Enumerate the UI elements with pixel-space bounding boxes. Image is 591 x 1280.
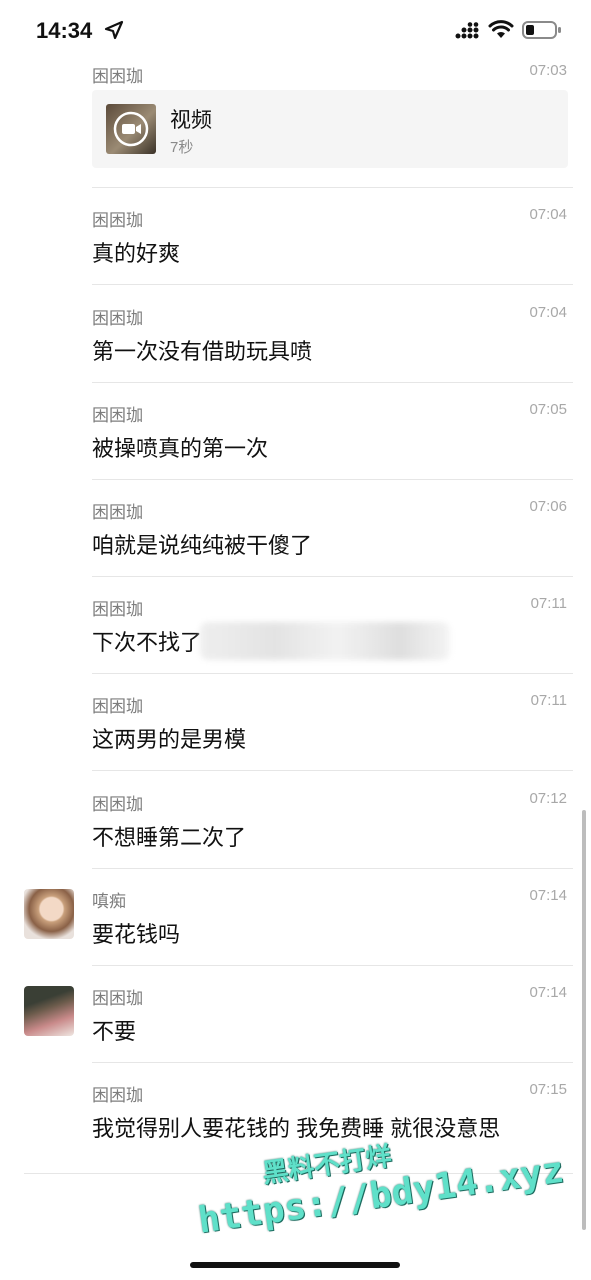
message-time: 07:14	[529, 984, 567, 1001]
message-text: 这两男的是男模	[92, 727, 247, 752]
sender-name: 困困珈	[92, 600, 143, 619]
chat-message[interactable]: 困困珈 07:05 被操喷真的第一次	[0, 383, 591, 480]
scrollbar[interactable]	[582, 810, 586, 1230]
message-time: 07:12	[529, 790, 567, 807]
chat-message[interactable]: 困困珈 07:12 不想睡第二次了	[0, 772, 591, 869]
sender-name: 困困珈	[92, 697, 143, 716]
message-time: 07:03	[529, 62, 567, 79]
divider	[92, 770, 573, 771]
message-text: 真的好爽	[92, 241, 181, 266]
avatar[interactable]	[24, 986, 74, 1036]
message-time: 07:14	[529, 887, 567, 904]
chat-message[interactable]: 困困珈 07:03 视频 7秒	[0, 42, 591, 188]
message-time: 07:11	[530, 595, 567, 612]
sender-name: 困困珈	[92, 309, 143, 328]
video-camera-icon	[113, 111, 149, 147]
status-time: 14:34	[36, 18, 93, 43]
message-time: 07:15	[529, 1081, 567, 1098]
divider	[92, 284, 573, 285]
sender-name: 困困珈	[92, 989, 143, 1008]
sender-name: 困困珈	[92, 211, 143, 230]
message-text: 咱就是说纯纯被干傻了	[92, 533, 313, 558]
message-time: 07:11	[530, 692, 567, 709]
chat-message[interactable]: 困困珈 07:14 不要	[0, 966, 591, 1063]
avatar[interactable]	[24, 889, 74, 939]
message-time: 07:04	[529, 206, 567, 223]
sender-name: 困困珈	[92, 795, 143, 814]
cellular-signal-icon	[455, 22, 479, 39]
video-title: 视频	[170, 109, 212, 132]
message-time: 07:05	[529, 401, 567, 418]
chat-message[interactable]: 困困珈 07:11 这两男的是男模	[0, 674, 591, 771]
sender-name: 困困珈	[92, 1086, 143, 1105]
chat-message[interactable]: 嗔痴 07:14 要花钱吗	[0, 869, 591, 966]
message-text: 不想睡第二次了	[92, 825, 247, 850]
sender-name: 困困珈	[92, 503, 143, 522]
chat-message[interactable]: 困困珈 07:04 第一次没有借助玩具喷	[0, 286, 591, 383]
message-time: 07:04	[529, 304, 567, 321]
chat-message[interactable]: 困困珈 07:06 咱就是说纯纯被干傻了	[0, 480, 591, 577]
location-arrow-icon	[104, 20, 124, 40]
home-indicator[interactable]	[190, 1262, 400, 1268]
message-text: 下次不找了	[92, 630, 203, 655]
video-duration: 7秒	[170, 139, 194, 156]
message-text: 第一次没有借助玩具喷	[92, 339, 313, 364]
video-card[interactable]: 视频 7秒	[92, 90, 568, 168]
sender-name: 困困珈	[92, 67, 143, 86]
message-text: 要花钱吗	[92, 922, 181, 947]
battery-icon	[522, 21, 561, 39]
redacted-blur	[200, 622, 450, 660]
message-time: 07:06	[529, 498, 567, 515]
chat-message[interactable]: 困困珈 07:04 真的好爽	[0, 188, 591, 285]
sender-name: 嗔痴	[92, 892, 126, 911]
message-text: 被操喷真的第一次	[92, 436, 269, 461]
message-text: 不要	[92, 1019, 137, 1044]
sender-name: 困困珈	[92, 406, 143, 425]
wifi-icon	[488, 20, 514, 38]
